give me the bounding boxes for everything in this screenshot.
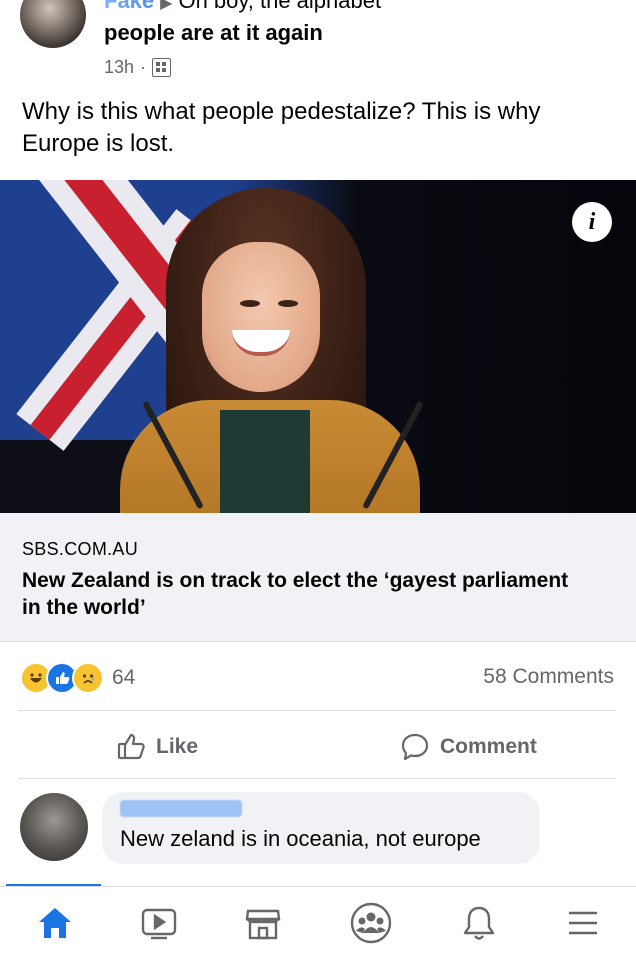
info-icon[interactable]: i — [572, 202, 612, 242]
author-name[interactable]: Fake — [104, 0, 154, 13]
reactions-summary[interactable]: 64 — [20, 662, 135, 694]
marketplace-icon[interactable] — [238, 901, 288, 945]
link-title: New Zealand is on track to elect the ‘ga… — [22, 569, 569, 619]
post-title-line: Fake ▶ Oh boy, the alphabet — [104, 0, 381, 14]
comment-button[interactable]: Comment — [400, 728, 537, 766]
divider — [18, 710, 616, 711]
like-button[interactable]: Like — [116, 728, 198, 766]
comment-bubble-icon — [400, 732, 430, 762]
comment-label: Comment — [440, 735, 537, 758]
home-icon[interactable] — [30, 901, 80, 945]
link-preview-caption[interactable]: SBS.COM.AU New Zealand is on track to el… — [0, 513, 636, 642]
commenter-name[interactable]: Giuseppe Di Meo — [120, 800, 242, 817]
group-name[interactable]: Oh boy, the alphabet — [178, 0, 381, 13]
bottom-navigation-bar — [0, 886, 636, 961]
sad-icon — [72, 662, 104, 694]
watch-icon[interactable] — [134, 901, 184, 945]
thumbs-up-icon — [116, 732, 146, 762]
menu-icon[interactable] — [558, 901, 608, 945]
link-preview-image[interactable] — [0, 180, 636, 513]
post-text: Why is this what people pedestalize? Thi… — [22, 98, 541, 157]
post-header: Fake ▶ Oh boy, the alphabet people are at … — [0, 0, 636, 90]
post-time[interactable]: 13h — [104, 57, 134, 78]
comment-text: New zeland is in oceania, not europe — [120, 826, 481, 851]
like-label: Like — [156, 735, 199, 758]
author-avatar[interactable] — [20, 0, 86, 48]
comment-bubble[interactable]: Giuseppe Di Meo New zeland is in oceania… — [102, 792, 540, 864]
group-name-continued[interactable]: people are at it again — [104, 20, 323, 46]
post-meta: 13h · — [104, 57, 172, 78]
commenter-avatar[interactable] — [20, 793, 88, 861]
reaction-count: 64 — [112, 666, 136, 689]
link-domain: SBS.COM.AU — [22, 539, 139, 559]
meta-separator: · — [140, 57, 147, 77]
group-audience-icon — [152, 58, 172, 77]
notifications-icon[interactable] — [454, 901, 504, 945]
divider — [18, 778, 616, 779]
speaker-photo — [100, 180, 440, 513]
groups-icon[interactable] — [346, 901, 396, 945]
comments-count-link[interactable]: 58 Comments — [483, 665, 614, 689]
share-arrow-icon: ▶ — [160, 0, 173, 12]
